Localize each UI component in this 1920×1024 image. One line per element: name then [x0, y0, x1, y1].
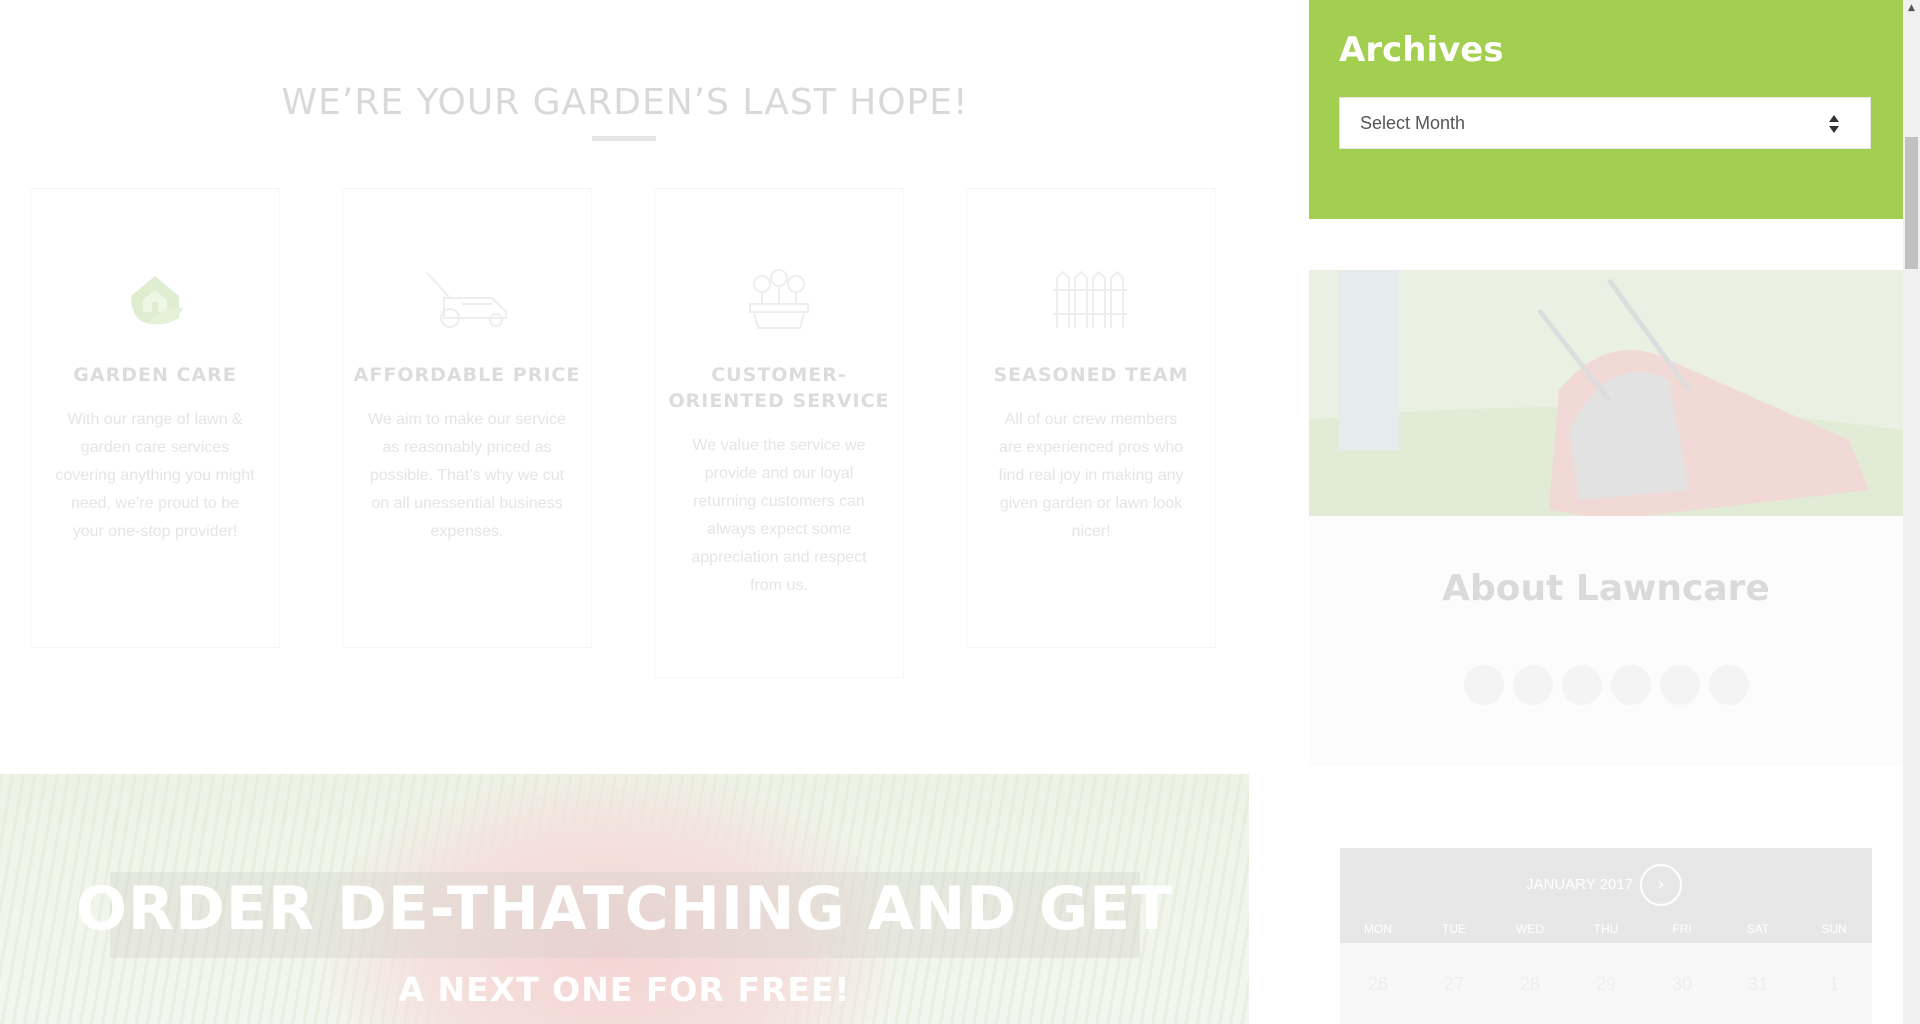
promo-banner: ORDER DE-THATCHING AND GET A NEXT ONE FO…	[0, 774, 1249, 1024]
calendar-day[interactable]: 26	[1340, 974, 1416, 995]
weekday-label: SUN	[1821, 922, 1847, 936]
section-title: WE’RE YOUR GARDEN’S LAST HOPE!	[281, 82, 969, 123]
weekday-label: TUE	[1442, 922, 1466, 936]
calendar-day[interactable]: 29	[1568, 974, 1644, 995]
page-scrollbar[interactable]: ▲	[1903, 0, 1920, 1024]
sort-arrows-icon	[1829, 115, 1839, 133]
feature-card: CUSTOMER-ORIENTED SERVICE We value the s…	[654, 188, 904, 678]
title-underline	[592, 136, 656, 141]
weekday-label: THU	[1593, 922, 1619, 936]
about-title: About Lawncare	[1442, 568, 1770, 609]
linkedin-icon[interactable]	[1611, 665, 1651, 705]
lawn-mower-icon	[343, 264, 591, 334]
fence-icon	[967, 264, 1215, 334]
calendar-week-row: 26 27 28 29 30 31 1	[1340, 974, 1872, 995]
pinterest-icon[interactable]	[1660, 665, 1700, 705]
feature-text: We value the service we provide and our …	[691, 437, 867, 594]
weekday-label: SAT	[1746, 922, 1770, 936]
google-plus-icon[interactable]	[1562, 665, 1602, 705]
weekday-label: MON	[1364, 922, 1392, 936]
calendar-month: JANUARY 2017	[1526, 876, 1634, 893]
archives-month-select[interactable]: Select Month	[1339, 97, 1871, 149]
feature-card: GARDEN CARE With our range of lawn & gar…	[30, 188, 280, 648]
feature-card: AFFORDABLE PRICE We aim to make our serv…	[342, 188, 592, 648]
features-grid: GARDEN CARE With our range of lawn & gar…	[30, 188, 1220, 678]
calendar-header: JANUARY 2017 › MON TUE WED THU FRI SAT S…	[1340, 848, 1872, 943]
about-widget: About Lawncare	[1309, 516, 1903, 766]
weekday-label: WED	[1516, 922, 1544, 936]
calendar-next-button[interactable]: ›	[1640, 864, 1682, 906]
select-value: Select Month	[1360, 113, 1466, 133]
house-leaf-icon	[31, 264, 279, 334]
scroll-thumb[interactable]	[1905, 137, 1918, 269]
feature-text: We aim to make our service as reasonably…	[368, 411, 566, 540]
archives-title: Archives	[1339, 30, 1504, 70]
feature-title: GARDEN CARE	[73, 364, 237, 386]
feature-title: CUSTOMER-ORIENTED SERVICE	[668, 364, 890, 412]
youtube-icon[interactable]	[1709, 665, 1749, 705]
scroll-up-arrow-icon[interactable]: ▲	[1903, 0, 1920, 17]
feature-card: SEASONED TEAM All of our crew members ar…	[966, 188, 1216, 648]
calendar-day[interactable]: 31	[1720, 974, 1796, 995]
feature-text: With our range of lawn & garden care ser…	[55, 411, 255, 540]
archives-widget: Archives Select Month	[1309, 0, 1903, 219]
social-links	[1464, 665, 1749, 705]
weekday-label: FRI	[1672, 922, 1692, 936]
feature-title: AFFORDABLE PRICE	[353, 364, 581, 386]
promo-subheadline: A NEXT ONE FOR FREE!	[398, 970, 851, 1009]
calendar-day[interactable]: 1	[1796, 974, 1872, 995]
lawn-mower-photo	[1309, 270, 1903, 516]
calendar-weekdays: MON TUE WED THU FRI SAT SUN	[1340, 922, 1872, 936]
main-content: WE’RE YOUR GARDEN’S LAST HOPE! GARDEN CA…	[0, 0, 1250, 1024]
calendar-widget: JANUARY 2017 › MON TUE WED THU FRI SAT S…	[1340, 848, 1872, 1024]
promo-headline: ORDER DE-THATCHING AND GET	[75, 874, 1174, 944]
calendar-day[interactable]: 30	[1644, 974, 1720, 995]
feature-title: SEASONED TEAM	[993, 364, 1189, 386]
calendar-day[interactable]: 28	[1492, 974, 1568, 995]
twitter-icon[interactable]	[1513, 665, 1553, 705]
facebook-icon[interactable]	[1464, 665, 1504, 705]
feature-text: All of our crew members are experienced …	[998, 411, 1184, 540]
flower-box-icon	[655, 264, 903, 334]
calendar-day[interactable]: 27	[1416, 974, 1492, 995]
